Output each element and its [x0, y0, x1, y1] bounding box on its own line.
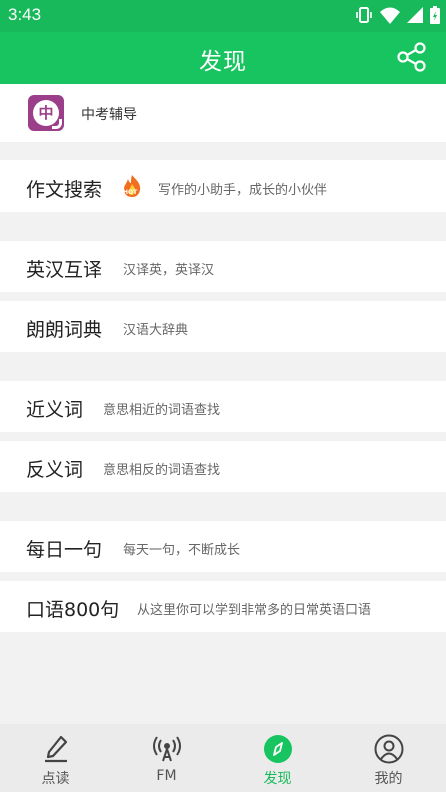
- radio-icon: [153, 736, 181, 762]
- pen-icon: [45, 735, 68, 763]
- status-icons: [355, 6, 440, 24]
- tab-label: 我的: [374, 771, 403, 787]
- tab-diandu[interactable]: 点读: [0, 724, 111, 792]
- wifi-icon: [380, 7, 400, 24]
- list-item-antonyms[interactable]: 反义词 意思相反的词语查找: [0, 441, 446, 492]
- list-item-label: 朗朗词典: [26, 319, 103, 341]
- bottom-tab-bar: 点读 FM 发现 我的: [0, 724, 446, 792]
- tab-label: 发现: [263, 771, 292, 787]
- list-item-desc: 汉语大辞典: [123, 323, 189, 338]
- tab-label: 点读: [41, 771, 70, 787]
- hot-badge-text: HOT: [123, 189, 138, 196]
- battery-charging-icon: [430, 6, 440, 24]
- list-item-dictionary[interactable]: 朗朗词典 汉语大辞典: [0, 301, 446, 352]
- app-bar: 发现: [0, 32, 446, 84]
- list-item-label: 反义词: [26, 459, 84, 481]
- list-item-desc: 从这里你可以学到非常多的日常英语口语: [137, 603, 372, 618]
- list-item-label: 作文搜索: [26, 179, 103, 201]
- list-item-synonyms[interactable]: 近义词 意思相近的词语查找: [0, 381, 446, 432]
- user-icon: [374, 734, 404, 764]
- list-item-desc: 意思相近的词语查找: [103, 403, 221, 418]
- list-item-translate[interactable]: 英汉互译 汉译英，英译汉: [0, 241, 446, 292]
- tab-mine[interactable]: 我的: [333, 724, 444, 792]
- status-bar: 3:43: [0, 0, 446, 32]
- tab-discover[interactable]: 发现: [222, 724, 333, 792]
- tab-label: FM: [156, 768, 177, 784]
- zhongkao-banner[interactable]: 中 中考辅导: [0, 84, 446, 142]
- list-item-label: 口语800句: [26, 599, 120, 621]
- share-icon[interactable]: [396, 41, 428, 73]
- list-item-desc: 意思相反的词语查找: [103, 463, 221, 478]
- zhongkao-title: 中考辅导: [81, 107, 137, 123]
- signal-icon: [407, 7, 423, 23]
- page-title: 发现: [199, 49, 247, 75]
- list-item-oral-800[interactable]: 口语800句 从这里你可以学到非常多的日常英语口语: [0, 581, 446, 632]
- list-item-daily-sentence[interactable]: 每日一句 每天一句，不断成长: [0, 521, 446, 572]
- list-item-desc: 每天一句，不断成长: [123, 543, 241, 558]
- status-time: 3:43: [8, 5, 42, 24]
- list-item-label: 英汉互译: [26, 259, 103, 281]
- tab-fm[interactable]: FM: [111, 724, 222, 792]
- list-item-desc: 汉译英，英译汉: [123, 263, 215, 278]
- list-item-label: 每日一句: [26, 539, 103, 561]
- list-item-essay-search[interactable]: 作文搜索 HOT 写作的小助手，成长的小伙伴: [0, 160, 446, 212]
- list-item-desc: 写作的小助手，成长的小伙伴: [158, 183, 328, 198]
- vibrate-icon: [356, 7, 372, 23]
- compass-icon: [264, 735, 292, 763]
- zhongkao-logo: 中: [28, 95, 64, 131]
- list-item-label: 近义词: [26, 399, 84, 421]
